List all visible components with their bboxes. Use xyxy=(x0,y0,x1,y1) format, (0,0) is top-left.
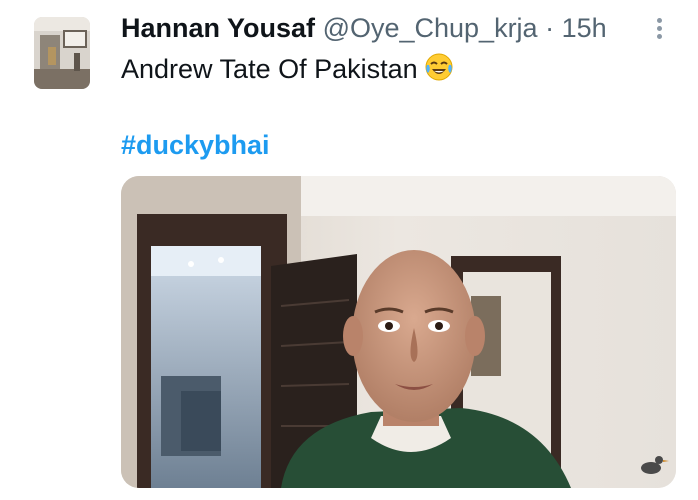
hashtag-link[interactable]: #duckybhai xyxy=(121,127,270,163)
tweet-timestamp[interactable]: 15h xyxy=(562,13,607,43)
tweet-text: Andrew Tate Of Pakistan xyxy=(121,51,454,87)
face-with-tears-of-joy-icon xyxy=(424,52,454,82)
more-vertical-icon[interactable] xyxy=(654,18,664,42)
tweet-header: Hannan Yousaf @Oye_Chup_krja · 15h xyxy=(121,10,607,46)
display-name[interactable]: Hannan Yousaf xyxy=(121,13,315,43)
user-handle[interactable]: @Oye_Chup_krja xyxy=(323,13,538,43)
avatar[interactable] xyxy=(34,17,90,89)
header-separator: · xyxy=(545,13,555,43)
tweet-text-content: Andrew Tate Of Pakistan xyxy=(121,54,418,84)
tweet-media-image[interactable] xyxy=(121,176,676,488)
tweet-card[interactable]: Hannan Yousaf @Oye_Chup_krja · 15h Andre… xyxy=(0,0,698,500)
